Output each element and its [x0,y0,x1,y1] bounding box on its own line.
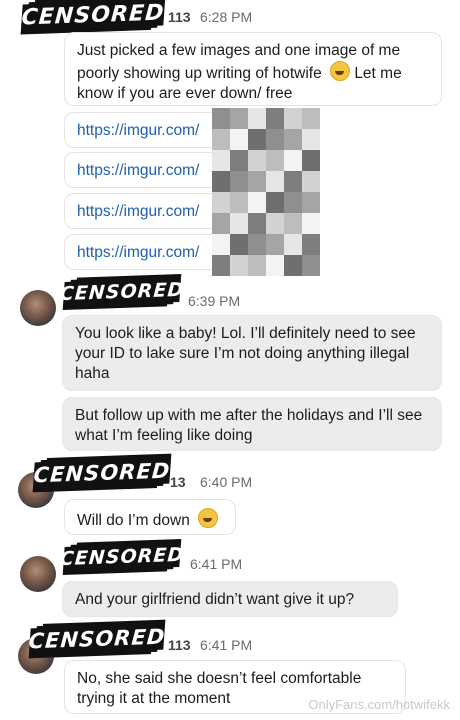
message-timestamp: 6:40 PM [200,474,253,490]
mosaic-tile [266,255,284,276]
message-text: You look like a baby! Lol. I’ll definite… [75,325,416,382]
mosaic-tile [284,171,302,192]
message-timestamp: 6:41 PM [190,556,243,572]
mosaic-tile [212,171,230,192]
mosaic-tile [284,234,302,255]
censor-bar: CENSORED [59,276,185,308]
mosaic-tile [302,192,320,213]
censor-bar: CENSORED [28,621,166,657]
mosaic-tile [212,213,230,234]
mosaic-tile [248,108,266,129]
mosaic-tile [230,150,248,171]
mosaic-tile [248,255,266,276]
mosaic-tile [284,192,302,213]
censor-bar: CENSORED [33,455,171,491]
mosaic-tile [302,150,320,171]
mosaic-tile [248,129,266,150]
message-bubble: But follow up with me after the holidays… [62,397,442,451]
mosaic-tile [284,213,302,234]
message-timestamp: 6:28 PM [200,9,253,25]
sender-name-suffix: 113 [168,637,191,653]
mosaic-tile [284,108,302,129]
sender-name-suffix: 13 [170,474,186,490]
link-bubble[interactable]: https://imgur.com/ [64,234,224,270]
mosaic-tile [248,192,266,213]
mosaic-tile [212,129,230,150]
message-text: Will do I’m down [77,512,190,529]
link-bubble[interactable]: https://imgur.com/ [64,193,224,229]
pixelated-censor-block [212,108,320,276]
mosaic-tile [230,171,248,192]
mosaic-tile [266,129,284,150]
link-bubble[interactable]: https://imgur.com/ [64,112,224,148]
censor-bar: CENSORED [21,0,165,33]
mosaic-tile [230,213,248,234]
mosaic-tile [248,213,266,234]
mosaic-tile [284,255,302,276]
mosaic-tile [230,108,248,129]
mosaic-tile [284,129,302,150]
mosaic-tile [266,108,284,129]
mosaic-tile [212,255,230,276]
mosaic-tile [266,171,284,192]
mosaic-tile [230,234,248,255]
mosaic-tile [302,255,320,276]
mosaic-tile [302,129,320,150]
mosaic-tile [212,192,230,213]
avatar [20,556,56,592]
sender-name-suffix: 113 [168,9,191,25]
mosaic-tile [266,150,284,171]
grinning-sweat-emoji-icon [198,508,219,528]
message-timestamp: 6:39 PM [188,293,241,309]
message-text: Just picked a few images and one image o… [77,42,401,82]
mosaic-tile [230,129,248,150]
mosaic-tile [266,192,284,213]
link-text[interactable]: https://imgur.com/ [77,162,199,179]
watermark: OnlyFans.com/hotwifekk [308,697,450,712]
message-bubble: And your girlfriend didn’t want give it … [62,581,398,617]
mosaic-tile [248,234,266,255]
mosaic-tile [284,150,302,171]
link-bubble[interactable]: https://imgur.com/ [64,152,224,188]
mosaic-tile [266,213,284,234]
mosaic-tile [212,108,230,129]
link-text[interactable]: https://imgur.com/ [77,122,199,139]
mosaic-tile [248,150,266,171]
mosaic-tile [212,150,230,171]
mosaic-tile [302,234,320,255]
mosaic-tile [302,213,320,234]
message-timestamp: 6:41 PM [200,637,253,653]
censor-bar: CENSORED [59,541,185,573]
message-bubble: Will do I’m down [64,499,236,535]
mosaic-tile [212,234,230,255]
laughing-emoji-icon [330,61,350,81]
message-text: But follow up with me after the holidays… [75,407,423,444]
mosaic-tile [302,171,320,192]
message-bubble: You look like a baby! Lol. I’ll definite… [62,315,442,391]
mosaic-tile [230,255,248,276]
message-text: And your girlfriend didn’t want give it … [75,591,355,608]
avatar [20,290,56,326]
mosaic-tile [302,108,320,129]
message-bubble: Just picked a few images and one image o… [64,32,442,106]
link-text[interactable]: https://imgur.com/ [77,244,199,261]
link-text[interactable]: https://imgur.com/ [77,203,199,220]
mosaic-tile [230,192,248,213]
mosaic-tile [248,171,266,192]
mosaic-tile [266,234,284,255]
